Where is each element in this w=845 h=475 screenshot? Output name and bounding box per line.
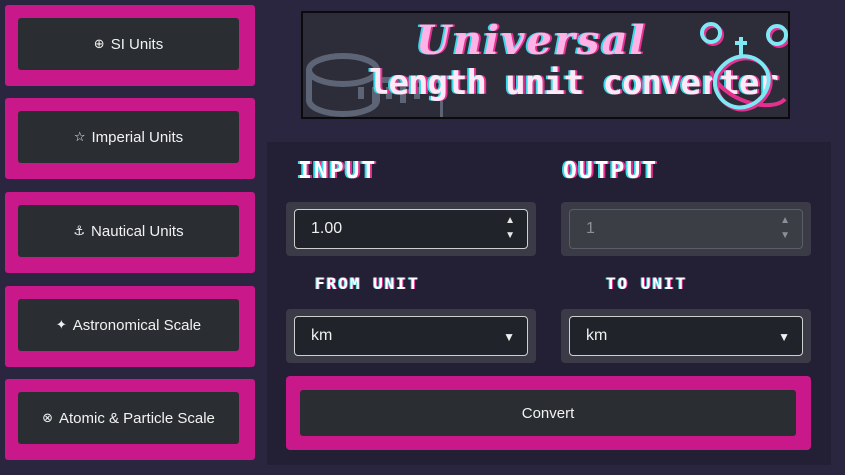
- sparkles-icon: ✦: [55, 317, 67, 333]
- from-unit-select[interactable]: km ▼: [294, 316, 528, 356]
- from-unit-value: km: [311, 327, 333, 344]
- sidebar-item-label: Atomic & Particle Scale: [59, 409, 215, 427]
- sidebar-card-astronomical: ✦ Astronomical Scale: [5, 286, 255, 367]
- convert-card: Convert: [286, 376, 811, 450]
- anchor-icon: ⚓: [73, 223, 86, 239]
- sidebar-item-nautical-units[interactable]: ⚓ Nautical Units: [18, 205, 239, 257]
- output-heading: OUTPUT: [563, 158, 659, 184]
- sidebar-card-si: ⊕ SI Units: [5, 5, 255, 86]
- to-unit-heading: TO UNIT: [606, 274, 688, 293]
- sidebar-card-imperial: ☆ Imperial Units: [5, 98, 255, 179]
- input-value-text: 1.00: [311, 220, 343, 237]
- to-unit-select[interactable]: km ▼: [569, 316, 803, 356]
- input-field-wrap: 1.00 ▲ ▼: [286, 202, 536, 256]
- input-value-field[interactable]: 1.00 ▲ ▼: [294, 209, 528, 249]
- sidebar-item-astronomical-scale[interactable]: ✦ Astronomical Scale: [18, 299, 239, 351]
- input-heading: INPUT: [298, 158, 378, 184]
- sidebar-item-label: SI Units: [110, 35, 164, 53]
- output-value-field: 1 ▲ ▼: [569, 209, 803, 249]
- globe-icon: ⊕: [93, 36, 105, 52]
- chevron-down-icon: ▼: [778, 330, 790, 344]
- sidebar-item-atomic-particle-scale[interactable]: ⊗ Atomic & Particle Scale: [18, 392, 239, 444]
- from-unit-heading: FROM UNIT: [315, 274, 420, 293]
- output-stepper: ▲ ▼: [780, 216, 790, 241]
- stepper-down-icon[interactable]: ▼: [505, 231, 515, 241]
- header-banner: Universal length unit converter: [301, 11, 790, 119]
- sidebar-item-label: Nautical Units: [91, 222, 184, 240]
- to-unit-value: km: [586, 327, 608, 344]
- planet-mascot-icon: [700, 22, 788, 112]
- sidebar-card-atomic: ⊗ Atomic & Particle Scale: [5, 379, 255, 460]
- input-stepper[interactable]: ▲ ▼: [505, 216, 515, 241]
- atom-icon: ⊗: [42, 410, 53, 426]
- output-value-text: 1: [586, 220, 595, 237]
- stepper-up-icon: ▲: [780, 215, 790, 226]
- to-unit-wrap: km ▼: [561, 309, 811, 363]
- sidebar-item-imperial-units[interactable]: ☆ Imperial Units: [18, 111, 239, 163]
- convert-button[interactable]: Convert: [300, 390, 796, 436]
- banner-title-universal: Universal: [416, 17, 647, 64]
- output-field-wrap: 1 ▲ ▼: [561, 202, 811, 256]
- stepper-up-icon[interactable]: ▲: [505, 216, 515, 226]
- sidebar-item-si-units[interactable]: ⊕ SI Units: [18, 18, 239, 70]
- sidebar-card-nautical: ⚓ Nautical Units: [5, 192, 255, 273]
- chevron-down-icon: ▼: [503, 330, 515, 344]
- stepper-down-icon: ▼: [780, 230, 790, 241]
- sidebar-item-label: Astronomical Scale: [72, 316, 202, 334]
- from-unit-wrap: km ▼: [286, 309, 536, 363]
- star-icon: ☆: [73, 129, 86, 145]
- sidebar-item-label: Imperial Units: [91, 128, 184, 146]
